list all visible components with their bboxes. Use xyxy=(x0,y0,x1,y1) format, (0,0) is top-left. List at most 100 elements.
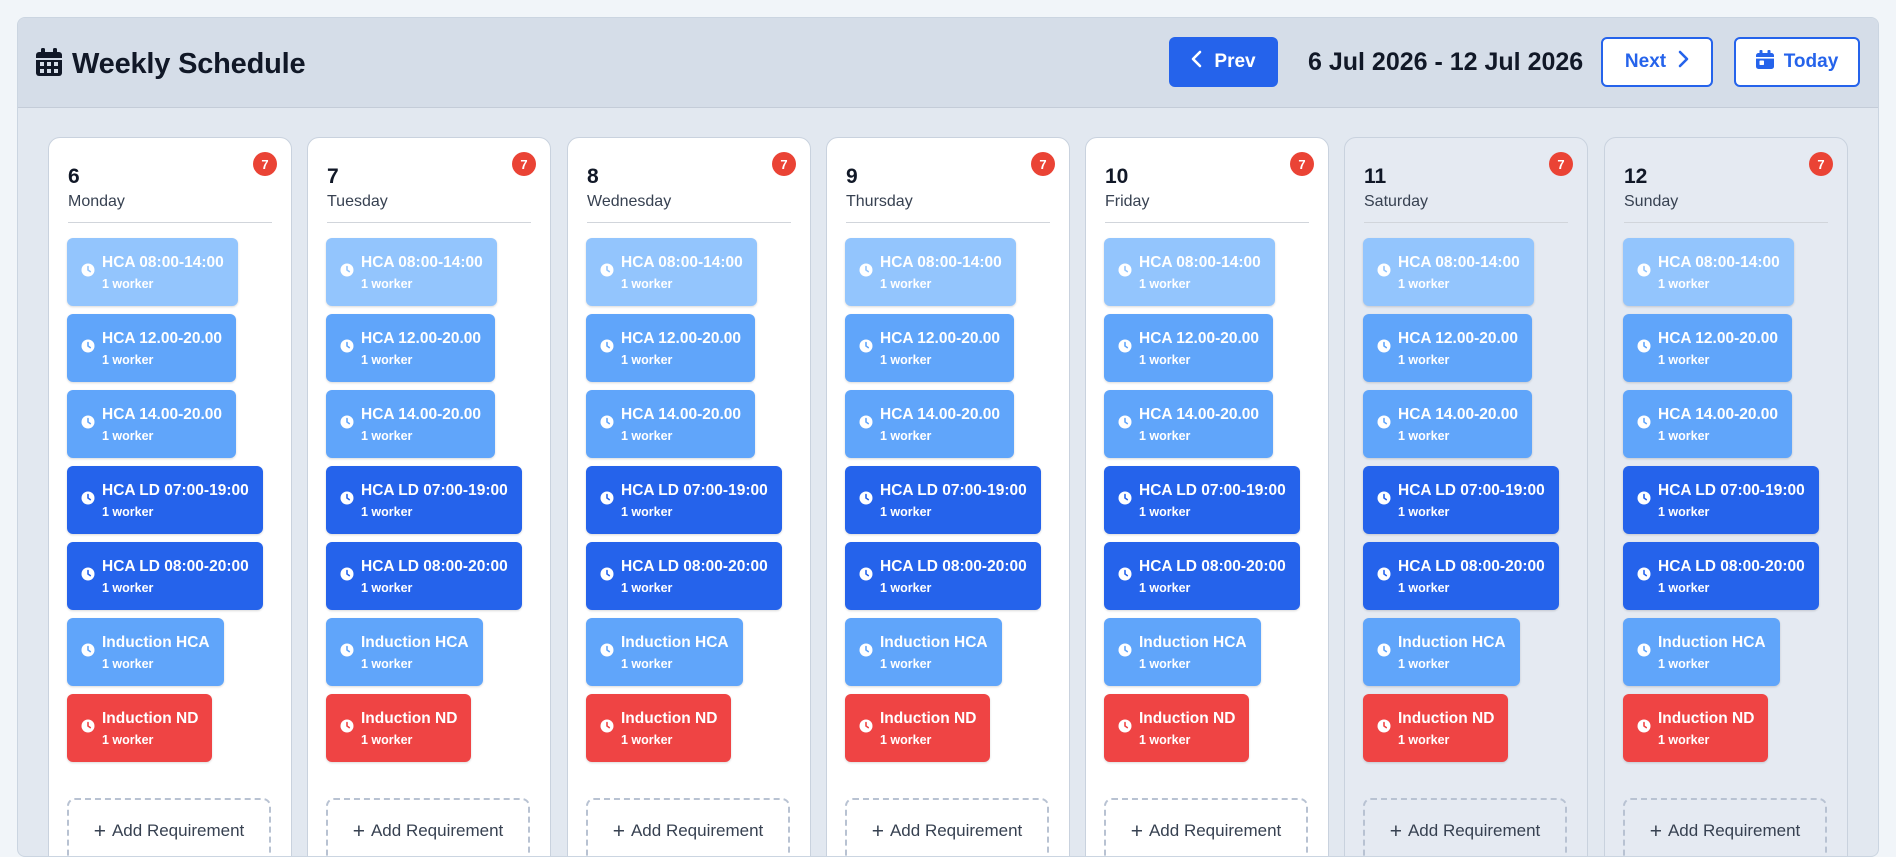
clock-icon xyxy=(600,415,614,434)
shift-card[interactable]: Induction HCA 1 worker xyxy=(845,618,1002,686)
clock-icon xyxy=(81,643,95,662)
shift-card[interactable]: Induction ND 1 worker xyxy=(67,694,213,762)
shift-card[interactable]: Induction HCA 1 worker xyxy=(1363,618,1520,686)
clock-icon xyxy=(859,339,873,358)
shift-card[interactable]: HCA 08:00-14:00 1 worker xyxy=(326,238,497,306)
shift-card[interactable]: Induction ND 1 worker xyxy=(326,694,472,762)
add-requirement-button[interactable]: + Add Requirement xyxy=(586,798,790,856)
add-requirement-button[interactable]: + Add Requirement xyxy=(1104,798,1308,856)
add-requirement-button[interactable]: + Add Requirement xyxy=(845,798,1049,856)
shift-card[interactable]: Induction ND 1 worker xyxy=(1363,694,1509,762)
shift-card[interactable]: HCA 12.00-20.00 1 worker xyxy=(586,314,756,382)
shift-list: HCA 08:00-14:00 1 worker HCA 12.00-20.00 1 … xyxy=(586,238,782,770)
plus-icon: + xyxy=(1389,819,1402,843)
shift-card[interactable]: HCA 08:00-14:00 1 worker xyxy=(586,238,757,306)
shift-card[interactable]: HCA LD 07:00-19:00 1 worker xyxy=(586,466,782,534)
shift-workers: 1 worker xyxy=(1139,352,1191,367)
shift-card[interactable]: HCA 14.00-20.00 1 worker xyxy=(1623,390,1793,458)
shift-card[interactable]: HCA LD 08:00-20:00 1 worker xyxy=(586,542,782,610)
shift-card[interactable]: HCA LD 08:00-20:00 1 worker xyxy=(1623,542,1819,610)
next-week-button[interactable]: Next xyxy=(1601,37,1713,87)
shift-card[interactable]: HCA 14.00-20.00 1 worker xyxy=(67,390,237,458)
shift-title: HCA 08:00-14:00 xyxy=(621,253,743,271)
shift-card[interactable]: Induction HCA 1 worker xyxy=(586,618,743,686)
chevron-right-icon xyxy=(1678,50,1689,74)
shift-workers: 1 worker xyxy=(880,732,932,747)
add-requirement-button[interactable]: + Add Requirement xyxy=(1363,798,1567,856)
add-requirement-label: Add Requirement xyxy=(370,821,504,840)
clock-icon xyxy=(1118,643,1132,662)
shift-card[interactable]: HCA 14.00-20.00 1 worker xyxy=(326,390,496,458)
clock-icon xyxy=(81,263,95,282)
day-number: 7 xyxy=(327,165,339,188)
clock-icon xyxy=(1118,719,1132,738)
shift-title: HCA 12.00-20.00 xyxy=(880,329,1001,347)
shift-card[interactable]: HCA LD 08:00-20:00 1 worker xyxy=(326,542,522,610)
clock-icon xyxy=(1637,643,1651,662)
shift-title: HCA 12.00-20.00 xyxy=(102,329,223,347)
day-number: 9 xyxy=(846,165,858,188)
day-number: 6 xyxy=(68,165,80,188)
shift-card[interactable]: HCA LD 08:00-20:00 1 worker xyxy=(1104,542,1300,610)
shift-title: Induction ND xyxy=(1398,709,1495,727)
clock-icon xyxy=(81,339,95,358)
shift-count-badge: 7 xyxy=(253,152,277,176)
shift-card[interactable]: HCA 12.00-20.00 1 worker xyxy=(326,314,496,382)
shift-card[interactable]: HCA 14.00-20.00 1 worker xyxy=(845,390,1015,458)
shift-card[interactable]: HCA 12.00-20.00 1 worker xyxy=(845,314,1015,382)
shift-card[interactable]: Induction HCA 1 worker xyxy=(1623,618,1780,686)
shift-card[interactable]: HCA 14.00-20.00 1 worker xyxy=(1104,390,1274,458)
add-requirement-button[interactable]: + Add Requirement xyxy=(67,798,271,856)
add-requirement-button[interactable]: + Add Requirement xyxy=(1623,798,1827,856)
clock-icon xyxy=(1118,339,1132,358)
shift-card[interactable]: HCA 12.00-20.00 1 worker xyxy=(67,314,237,382)
shift-card[interactable]: HCA 08:00-14:00 1 worker xyxy=(1104,238,1275,306)
shift-card[interactable]: HCA LD 07:00-19:00 1 worker xyxy=(326,466,522,534)
shift-card[interactable]: HCA 08:00-14:00 1 worker xyxy=(1623,238,1794,306)
shift-card[interactable]: HCA 12.00-20.00 1 worker xyxy=(1363,314,1533,382)
shift-title: HCA LD 08:00-20:00 xyxy=(621,557,768,575)
shift-workers: 1 worker xyxy=(361,732,413,747)
shift-card[interactable]: HCA LD 07:00-19:00 1 worker xyxy=(67,466,263,534)
shift-workers: 1 worker xyxy=(1139,580,1191,595)
shift-card[interactable]: Induction HCA 1 worker xyxy=(67,618,224,686)
shift-card[interactable]: Induction ND 1 worker xyxy=(1623,694,1769,762)
shift-card[interactable]: HCA LD 07:00-19:00 1 worker xyxy=(1104,466,1300,534)
shift-card[interactable]: Induction HCA 1 worker xyxy=(1104,618,1261,686)
shift-card[interactable]: Induction ND 1 worker xyxy=(1104,694,1250,762)
day-column-tuesday: 7 Tuesday 7 HCA 08:00-14:00 1 worker HCA 12.0… xyxy=(307,137,551,856)
shift-title: Induction ND xyxy=(1658,709,1755,727)
shift-card[interactable]: HCA LD 07:00-19:00 1 worker xyxy=(1363,466,1559,534)
shift-card[interactable]: HCA LD 07:00-19:00 1 worker xyxy=(1623,466,1819,534)
add-requirement-button[interactable]: + Add Requirement xyxy=(326,798,530,856)
prev-week-button[interactable]: Prev xyxy=(1169,37,1278,87)
shift-title: HCA 14.00-20.00 xyxy=(102,405,223,423)
shift-card[interactable]: HCA 12.00-20.00 1 worker xyxy=(1104,314,1274,382)
shift-card[interactable]: Induction ND 1 worker xyxy=(845,694,991,762)
clock-icon xyxy=(600,719,614,738)
shift-card[interactable]: HCA 08:00-14:00 1 worker xyxy=(67,238,238,306)
shift-card[interactable]: HCA 08:00-14:00 1 worker xyxy=(845,238,1016,306)
shift-title: HCA LD 07:00-19:00 xyxy=(1658,481,1805,499)
shift-card[interactable]: HCA LD 08:00-20:00 1 worker xyxy=(1363,542,1559,610)
shift-card[interactable]: Induction HCA 1 worker xyxy=(326,618,483,686)
shift-card[interactable]: HCA 14.00-20.00 1 worker xyxy=(586,390,756,458)
shift-card[interactable]: HCA 12.00-20.00 1 worker xyxy=(1623,314,1793,382)
clock-icon xyxy=(600,339,614,358)
shift-title: HCA LD 07:00-19:00 xyxy=(361,481,508,499)
shift-count-badge: 7 xyxy=(1549,152,1573,176)
clock-icon xyxy=(1637,567,1651,586)
shift-card[interactable]: HCA LD 08:00-20:00 1 worker xyxy=(67,542,263,610)
shift-workers: 1 worker xyxy=(1139,732,1191,747)
clock-icon xyxy=(1377,567,1391,586)
day-name: Sunday xyxy=(1624,193,1679,210)
chevron-left-icon xyxy=(1191,50,1202,74)
shift-card[interactable]: Induction ND 1 worker xyxy=(586,694,732,762)
shift-card[interactable]: HCA LD 07:00-19:00 1 worker xyxy=(845,466,1041,534)
shift-workers: 1 worker xyxy=(621,428,673,443)
shift-card[interactable]: HCA 08:00-14:00 1 worker xyxy=(1363,238,1534,306)
day-name: Thursday xyxy=(846,193,913,210)
today-button[interactable]: Today xyxy=(1734,37,1860,87)
shift-card[interactable]: HCA 14.00-20.00 1 worker xyxy=(1363,390,1533,458)
shift-card[interactable]: HCA LD 08:00-20:00 1 worker xyxy=(845,542,1041,610)
